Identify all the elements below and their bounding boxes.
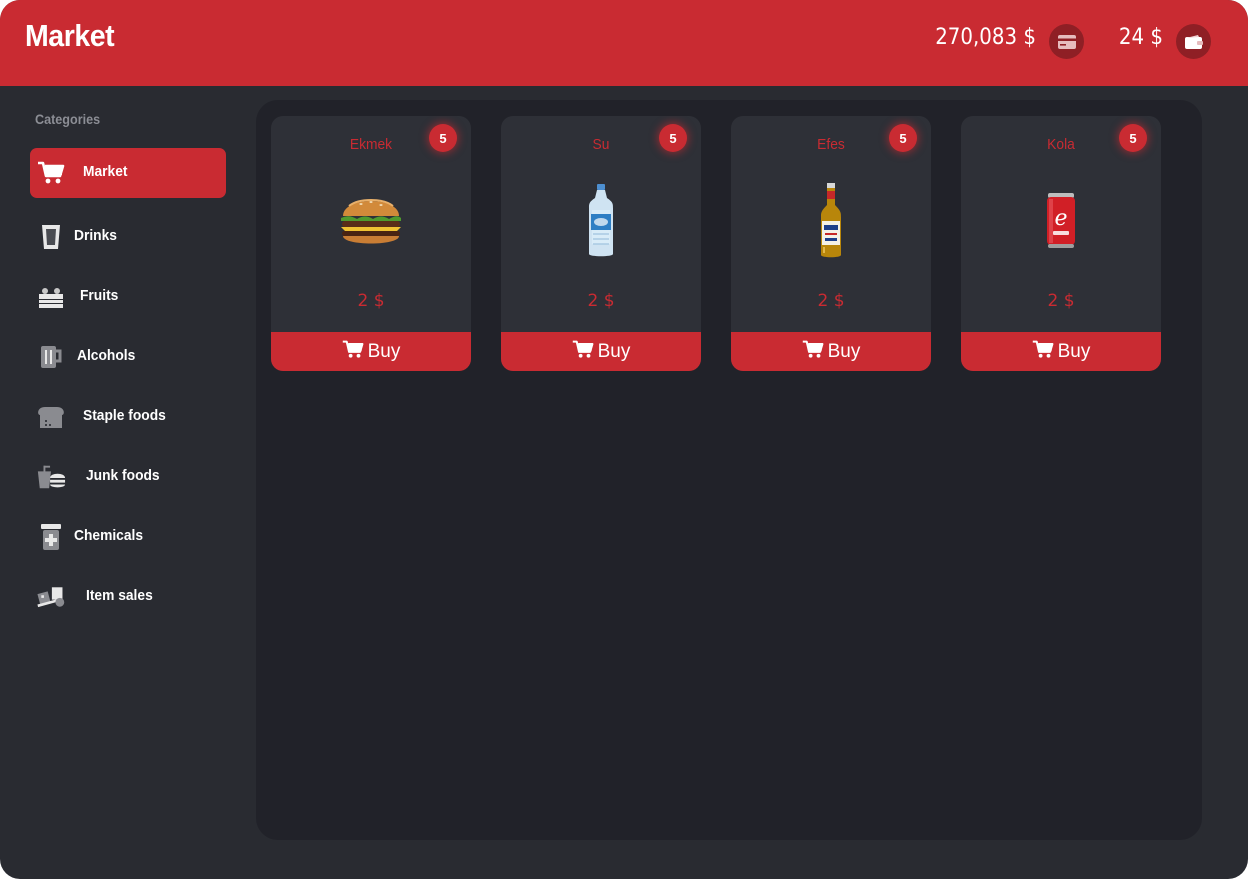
product-price: 2 $ (817, 291, 845, 311)
stock-badge: 5 (1119, 124, 1147, 152)
bank-balance: 270,083 $ (935, 25, 1036, 50)
beer-bottle-image (791, 181, 871, 261)
medicine-jar-icon (36, 522, 66, 552)
sidebar-item-label: Item sales (86, 587, 153, 604)
stock-badge: 5 (889, 124, 917, 152)
cart-icon (802, 340, 824, 363)
stock-badge: 5 (429, 124, 457, 152)
sidebar-item-alcohols[interactable]: Alcohols (30, 332, 226, 382)
market-window: Market 270,083 $ 24 $ Categories Market … (0, 0, 1248, 879)
sidebar-item-label: Drinks (74, 227, 117, 244)
buy-button[interactable]: Buy (501, 332, 701, 371)
categories-heading: Categories (35, 111, 101, 127)
buy-label: Buy (367, 340, 401, 362)
buy-label: Buy (1057, 340, 1091, 362)
page-title: Market (25, 18, 115, 53)
buy-button[interactable]: Buy (271, 332, 471, 371)
sidebar-item-label: Staple foods (83, 407, 166, 424)
hand-truck-icon (36, 582, 66, 612)
product-card: Kola 5 e 2 $ Buy (961, 116, 1161, 371)
product-card: Ekmek 5 2 $ Buy (271, 116, 471, 371)
buy-label: Buy (827, 340, 861, 362)
sidebar-item-chemicals[interactable]: Chemicals (30, 512, 226, 562)
cola-can-image: e (1021, 181, 1101, 261)
sidebar-item-junk-foods[interactable]: Junk foods (30, 452, 226, 502)
stock-badge: 5 (659, 124, 687, 152)
cart-icon (342, 340, 364, 363)
bread-icon (36, 402, 66, 432)
product-price: 2 $ (1047, 291, 1075, 311)
buy-button[interactable]: Buy (731, 332, 931, 371)
sidebar-item-label: Market (83, 163, 128, 180)
sidebar-item-drinks[interactable]: Drinks (30, 212, 226, 262)
svg-text:e: e (1054, 206, 1067, 231)
cart-icon (572, 340, 594, 363)
sidebar-item-item-sales[interactable]: Item sales (30, 572, 226, 622)
sidebar-item-staple-foods[interactable]: Staple foods (30, 392, 226, 442)
product-card: Su 5 2 $ Buy (501, 116, 701, 371)
burger-drink-icon (36, 462, 66, 492)
sidebar-item-label: Chemicals (74, 527, 144, 544)
beer-mug-icon (36, 342, 66, 372)
sidebar-item-label: Alcohols (77, 347, 136, 364)
wallet-icon[interactable] (1176, 24, 1211, 59)
cart-icon (36, 158, 66, 188)
fruit-crate-icon (36, 282, 66, 312)
sidebar-item-label: Junk foods (86, 467, 160, 484)
buy-button[interactable]: Buy (961, 332, 1161, 371)
credit-card-icon[interactable] (1049, 24, 1084, 59)
header-bar: Market 270,083 $ 24 $ (0, 0, 1248, 86)
product-card: Efes 5 2 $ Buy (731, 116, 931, 371)
cash-balance: 24 $ (1118, 25, 1163, 50)
sidebar-item-label: Fruits (80, 287, 119, 304)
buy-label: Buy (597, 340, 631, 362)
product-price: 2 $ (357, 291, 385, 311)
sidebar-item-market[interactable]: Market (30, 148, 226, 198)
products-panel: Ekmek 5 2 $ Buy Su 5 2 $ Buy Efes 5 2 $ … (256, 100, 1202, 840)
burger-image (331, 181, 411, 261)
cart-icon (1032, 340, 1054, 363)
glass-icon (36, 222, 66, 252)
product-price: 2 $ (587, 291, 615, 311)
sidebar-item-fruits[interactable]: Fruits (30, 272, 226, 322)
water-bottle-image (561, 181, 641, 261)
